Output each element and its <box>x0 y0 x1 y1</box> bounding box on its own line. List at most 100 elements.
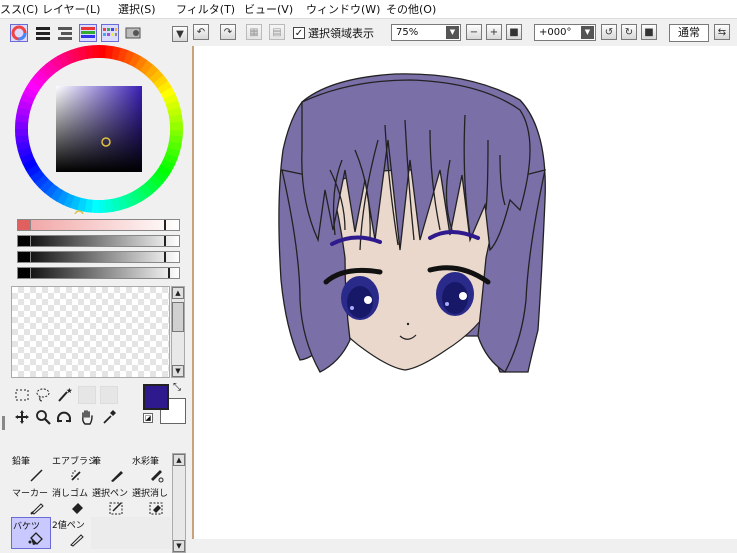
rotation-combo[interactable]: +000° ▼ <box>534 24 596 41</box>
hsv-sliders-tab[interactable] <box>57 25 73 41</box>
panel-menu-button[interactable]: ▼ <box>172 26 188 42</box>
flip-horizontal-button[interactable]: ⇆ <box>714 24 730 40</box>
zoom-out-button[interactable]: − <box>466 24 482 40</box>
zoom-in-button[interactable]: + <box>486 24 502 40</box>
brush-palette-scrollbar[interactable]: ▲ ▼ <box>172 453 186 553</box>
brush-label: 鉛筆 <box>12 457 31 467</box>
rotation-value: +000° <box>539 27 572 38</box>
empty-brush-slot[interactable] <box>131 517 171 549</box>
magic-wand-tool[interactable] <box>55 386 73 404</box>
eraser-icon <box>72 503 83 514</box>
scroll-down-button[interactable]: ▼ <box>173 540 185 552</box>
zoom-reset-button[interactable]: ■ <box>506 24 522 40</box>
hue-cursor[interactable] <box>74 210 84 214</box>
color-wheel-icon <box>11 25 27 41</box>
slider-thumb[interactable] <box>168 268 170 278</box>
selection-display-checkbox[interactable]: ✓ <box>293 27 305 39</box>
nose <box>406 322 410 326</box>
bucket-icon <box>28 532 43 545</box>
brush-label: 選択ペン <box>92 489 129 499</box>
swatches-tab[interactable] <box>101 24 119 42</box>
selection-display-toggle[interactable]: ✓ 選択領域表示 <box>293 25 374 41</box>
brush-label: 消しゴム <box>52 489 89 499</box>
menu-select[interactable]: 選択(S) <box>118 1 156 17</box>
color-wheel-tab[interactable] <box>10 24 28 42</box>
rotate-right-button[interactable]: ↻ <box>621 24 637 40</box>
brush-select-pen[interactable]: 選択ペン <box>91 485 131 517</box>
slider-thumb[interactable] <box>164 252 166 262</box>
saturation-slider[interactable] <box>17 235 180 247</box>
brush-select-eraser[interactable]: 選択消し <box>131 485 171 517</box>
brush-marker[interactable]: マーカー <box>11 485 51 517</box>
brush-pencil[interactable]: 鉛筆 <box>11 453 51 485</box>
watercolor-icon <box>151 470 164 483</box>
primary-color-swatch[interactable] <box>143 384 169 410</box>
brush-airbrush[interactable]: エアブラシ <box>51 453 97 485</box>
menu-view[interactable]: ビュー(V) <box>244 1 293 17</box>
marker-icon <box>30 503 44 515</box>
color-bars-tab[interactable] <box>79 24 97 42</box>
flip-icon: ⇆ <box>717 26 727 38</box>
rgb-sliders-tab[interactable] <box>35 25 51 41</box>
eyedropper-icon <box>103 410 116 424</box>
square-icon: ■ <box>509 26 519 38</box>
empty-tool-slot <box>100 386 118 404</box>
scratchpad-scrollbar[interactable]: ▲ ▼ <box>171 286 185 378</box>
brush-label: 選択消し <box>132 489 169 499</box>
square-icon: ■ <box>644 26 654 38</box>
scratchpad-tab[interactable] <box>124 25 144 41</box>
hand-tool[interactable] <box>78 408 96 426</box>
select-eraser-icon <box>149 502 163 515</box>
brush-icon <box>111 471 123 482</box>
menu-filter[interactable]: フィルタ(T) <box>176 1 235 17</box>
brush-brush[interactable]: 筆 <box>91 453 131 485</box>
empty-brush-slot[interactable] <box>91 517 131 549</box>
chevron-down-icon[interactable]: ▼ <box>581 26 594 39</box>
undo-button[interactable]: ↶ <box>193 24 209 40</box>
blend-mode-button[interactable]: 通常 <box>669 24 709 42</box>
drawing-canvas[interactable] <box>194 46 737 539</box>
chevron-down-icon[interactable]: ▼ <box>446 26 459 39</box>
invert-selection-button[interactable]: ▤ <box>269 24 285 40</box>
minus-icon: − <box>469 26 479 38</box>
hue-slider[interactable] <box>17 219 180 231</box>
rotate-reset-button[interactable]: ■ <box>641 24 657 40</box>
menu-edit[interactable]: スス(C) <box>0 1 38 17</box>
brush-watercolor[interactable]: 水彩筆 <box>131 453 171 485</box>
rect-select-tool[interactable] <box>13 386 31 404</box>
brush-eraser[interactable]: 消しゴム <box>51 485 91 517</box>
slider-thumb[interactable] <box>164 220 166 230</box>
eyedropper-tool[interactable] <box>100 408 118 426</box>
panel-splitter[interactable] <box>2 416 5 430</box>
lasso-tool[interactable] <box>34 386 52 404</box>
deselect-icon: ▦ <box>249 26 259 38</box>
deselect-button[interactable]: ▦ <box>246 24 262 40</box>
rotate-tool[interactable] <box>55 408 73 426</box>
redo-button[interactable]: ↷ <box>220 24 236 40</box>
scratchpad-area[interactable] <box>11 286 170 378</box>
menu-layer[interactable]: レイヤー(L) <box>42 1 100 17</box>
color-wheel[interactable] <box>14 44 184 214</box>
brush-label: マーカー <box>12 489 49 499</box>
brush-label: 2値ペン <box>52 521 85 531</box>
anime-face-artwork <box>278 73 546 373</box>
opacity-slider[interactable] <box>17 267 180 279</box>
swap-colors-icon[interactable]: ⤡ <box>173 382 181 393</box>
scratchpad-icon <box>125 27 141 39</box>
menu-window[interactable]: ウィンドウ(W) <box>306 1 380 17</box>
reset-colors-icon[interactable]: ◪ <box>143 413 153 423</box>
zoom-combo[interactable]: 75% ▼ <box>391 24 461 41</box>
slider-thumb[interactable] <box>164 236 166 246</box>
brush-bucket[interactable]: バケツ <box>11 517 51 549</box>
scroll-thumb[interactable] <box>172 302 184 332</box>
menu-other[interactable]: その他(O) <box>386 1 436 17</box>
scroll-down-button[interactable]: ▼ <box>172 365 184 377</box>
rotate-left-button[interactable]: ↺ <box>601 24 617 40</box>
zoom-tool[interactable] <box>34 408 52 426</box>
scroll-up-button[interactable]: ▲ <box>173 454 185 466</box>
brush-binary-pen[interactable]: 2値ペン <box>51 517 91 549</box>
value-slider[interactable] <box>17 251 180 263</box>
scroll-up-button[interactable]: ▲ <box>172 287 184 299</box>
magic-wand-icon <box>58 387 72 402</box>
move-tool[interactable] <box>13 408 31 426</box>
